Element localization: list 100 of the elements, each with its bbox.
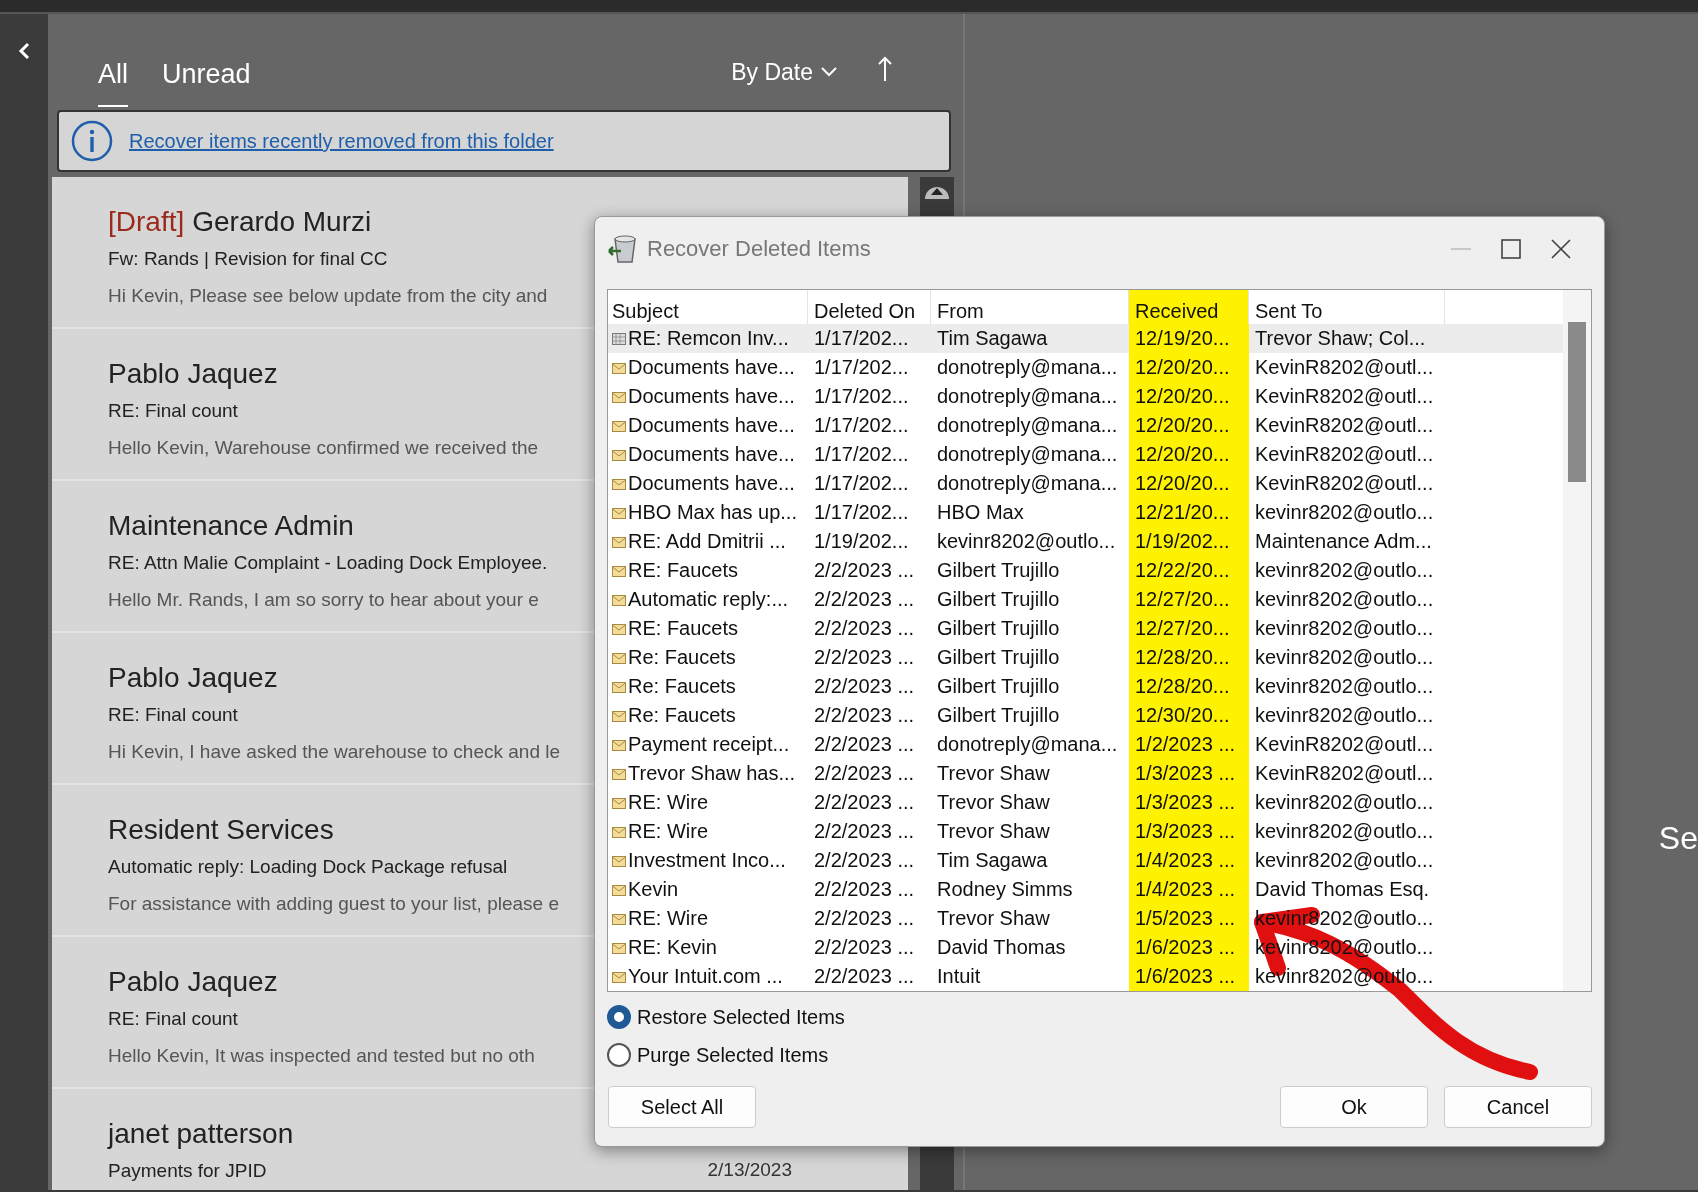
subject-text: RE: Faucets bbox=[628, 558, 739, 583]
table-cell-text: 1/17/202... bbox=[813, 500, 910, 525]
table-cell-text: Trevor Shaw; Col... bbox=[1254, 326, 1427, 351]
sort-dropdown[interactable]: By Date bbox=[725, 54, 843, 91]
envelope-icon bbox=[612, 825, 626, 838]
envelope-icon bbox=[612, 361, 626, 374]
subject-text: Payment receipt... bbox=[628, 732, 790, 757]
radio-option[interactable]: Restore Selected Items bbox=[607, 998, 845, 1036]
table-cell: 1/5/2023 ... bbox=[1129, 904, 1249, 933]
subject-text: RE: Kevin bbox=[628, 935, 717, 960]
chevron-down-icon bbox=[821, 67, 837, 78]
table-cell-text: Trevor Shaw bbox=[936, 761, 1051, 786]
column-header[interactable]: Received bbox=[1129, 290, 1249, 324]
table-cell: 1/6/2023 ... bbox=[1129, 962, 1249, 991]
table-cell-text: kevinr8202@outlo... bbox=[1254, 674, 1435, 699]
table-cell-text: KevinR8202@outl... bbox=[1254, 471, 1435, 496]
table-cell-text: donotreply@mana... bbox=[936, 355, 1119, 380]
back-icon[interactable] bbox=[17, 42, 31, 60]
tab[interactable]: Unread bbox=[162, 54, 251, 105]
table-cell: 1/3/2023 ... bbox=[1129, 759, 1249, 788]
table-cell-text: 1/17/202... bbox=[813, 413, 910, 438]
table-cell-text: donotreply@mana... bbox=[936, 413, 1119, 438]
table-cell-text: kevinr8202@outlo... bbox=[1254, 558, 1435, 583]
table-cell-text: KevinR8202@outl... bbox=[1254, 732, 1435, 757]
table-cell: 12/28/20... bbox=[1129, 672, 1249, 701]
table-cell-text: Trevor Shaw bbox=[936, 790, 1051, 815]
envelope-icon bbox=[612, 796, 626, 809]
maximize-icon bbox=[1500, 237, 1522, 260]
subject-text: Documents have... bbox=[628, 442, 795, 467]
table-cell: 12/20/20... bbox=[1129, 382, 1249, 411]
table-cell-text: Gilbert Trujillo bbox=[936, 558, 1061, 583]
table-cell-text: Trevor Shaw bbox=[936, 819, 1051, 844]
table-cell: 12/28/20... bbox=[1129, 643, 1249, 672]
table-cell-text: kevinr8202@outlo... bbox=[1254, 645, 1435, 670]
envelope-icon bbox=[612, 709, 626, 722]
table-cell: 1/3/2023 ... bbox=[1129, 817, 1249, 846]
table-cell: 12/27/20... bbox=[1129, 614, 1249, 643]
table-cell-text: kevinr8202@outlo... bbox=[1254, 616, 1435, 641]
sender-name: Maintenance Admin bbox=[108, 509, 354, 543]
sort-arrow-icon[interactable] bbox=[877, 56, 893, 82]
scrollbar-thumb[interactable] bbox=[1568, 322, 1586, 482]
table-cell-text: KevinR8202@outl... bbox=[1254, 761, 1435, 786]
sender-name: Pablo Jaquez bbox=[108, 965, 278, 999]
table-cell: 1/2/2023 ... bbox=[1129, 730, 1249, 759]
subject-text: RE: Wire bbox=[628, 790, 708, 815]
sender-name: Gerardo Murzi bbox=[192, 205, 372, 239]
table-cell-text: Gilbert Trujillo bbox=[936, 645, 1061, 670]
subject-text: Re: Faucets bbox=[628, 674, 736, 699]
window-title: Recover Deleted Items bbox=[647, 234, 872, 263]
table-cell-text: Trevor Shaw bbox=[936, 906, 1051, 931]
subject-text: Kevin bbox=[628, 877, 679, 902]
subject-text: RE: Wire bbox=[628, 819, 708, 844]
message-preview: Hi Kevin, I have asked the warehouse to check and le bbox=[108, 739, 561, 764]
envelope-icon bbox=[612, 593, 626, 606]
table-cell: 12/20/20... bbox=[1129, 469, 1249, 498]
table-cell-text: kevinr8202@outlo... bbox=[936, 529, 1117, 554]
dialog-button[interactable]: Ok bbox=[1280, 1086, 1428, 1128]
envelope-icon bbox=[612, 970, 626, 983]
table-cell: 12/21/20... bbox=[1129, 498, 1249, 527]
subject-text: Investment Inco... bbox=[628, 848, 786, 873]
message-subject: Payments for JPID bbox=[108, 1159, 267, 1183]
table-cell-text: KevinR8202@outl... bbox=[1254, 384, 1435, 409]
table-cell: 12/20/20... bbox=[1129, 353, 1249, 382]
dialog-button[interactable]: Select All bbox=[608, 1086, 756, 1128]
envelope-icon bbox=[612, 622, 626, 635]
dialog-button[interactable]: Cancel bbox=[1444, 1086, 1592, 1128]
calendar-icon bbox=[612, 332, 626, 345]
radio-option[interactable]: Purge Selected Items bbox=[607, 1036, 829, 1074]
table-cell-text: donotreply@mana... bbox=[936, 442, 1119, 467]
table-cell-text: kevinr8202@outlo... bbox=[1254, 587, 1435, 612]
table-cell: 12/20/20... bbox=[1129, 411, 1249, 440]
table-cell-text: KevinR8202@outl... bbox=[1254, 442, 1435, 467]
message-preview: Hi Kevin, Please see below update from the city and bbox=[108, 283, 548, 308]
envelope-icon bbox=[612, 912, 626, 925]
message-subject: RE: Attn Malie Complaint - Loading Dock Employee. bbox=[108, 551, 548, 575]
selected-row[interactable]: RE: Remcon Inv... 1/17/202... Tim Sagawa 12/19/20... Trevor Shaw; Col... bbox=[608, 324, 1563, 353]
subject-text: RE: Add Dmitrii ... bbox=[628, 529, 786, 554]
envelope-icon bbox=[612, 767, 626, 780]
table-cell-text: Gilbert Trujillo bbox=[936, 703, 1061, 728]
table-cell-text: donotreply@mana... bbox=[936, 384, 1119, 409]
message-preview: Hello Mr. Rands, I am so sorry to hear about your e bbox=[108, 587, 539, 612]
tab[interactable]: All bbox=[98, 54, 128, 107]
table-cell-text: kevinr8202@outlo... bbox=[1254, 790, 1435, 815]
subject-text: RE: Remcon Inv... bbox=[628, 326, 789, 351]
table-cell-text: kevinr8202@outlo... bbox=[1254, 819, 1435, 844]
envelope-icon bbox=[612, 883, 626, 896]
table-cell-text: Gilbert Trujillo bbox=[936, 674, 1061, 699]
info-icon bbox=[71, 120, 113, 162]
subject-text: Documents have... bbox=[628, 384, 795, 409]
message-preview: For assistance with adding guest to your list, please e bbox=[108, 891, 559, 916]
draft-label: [Draft] bbox=[108, 205, 185, 239]
message-subject: RE: Final count bbox=[108, 703, 238, 727]
table-cell: 12/19/20... bbox=[1129, 324, 1249, 353]
table-cell: 12/30/20... bbox=[1129, 701, 1249, 730]
table-cell: 1/3/2023 ... bbox=[1129, 788, 1249, 817]
table-cell-text: kevinr8202@outlo... bbox=[1254, 500, 1435, 525]
message-preview: Hello Kevin, Warehouse confirmed we received the bbox=[108, 435, 539, 460]
envelope-icon bbox=[612, 564, 626, 577]
subject-text: RE: Wire bbox=[628, 906, 708, 931]
envelope-icon bbox=[612, 941, 626, 954]
